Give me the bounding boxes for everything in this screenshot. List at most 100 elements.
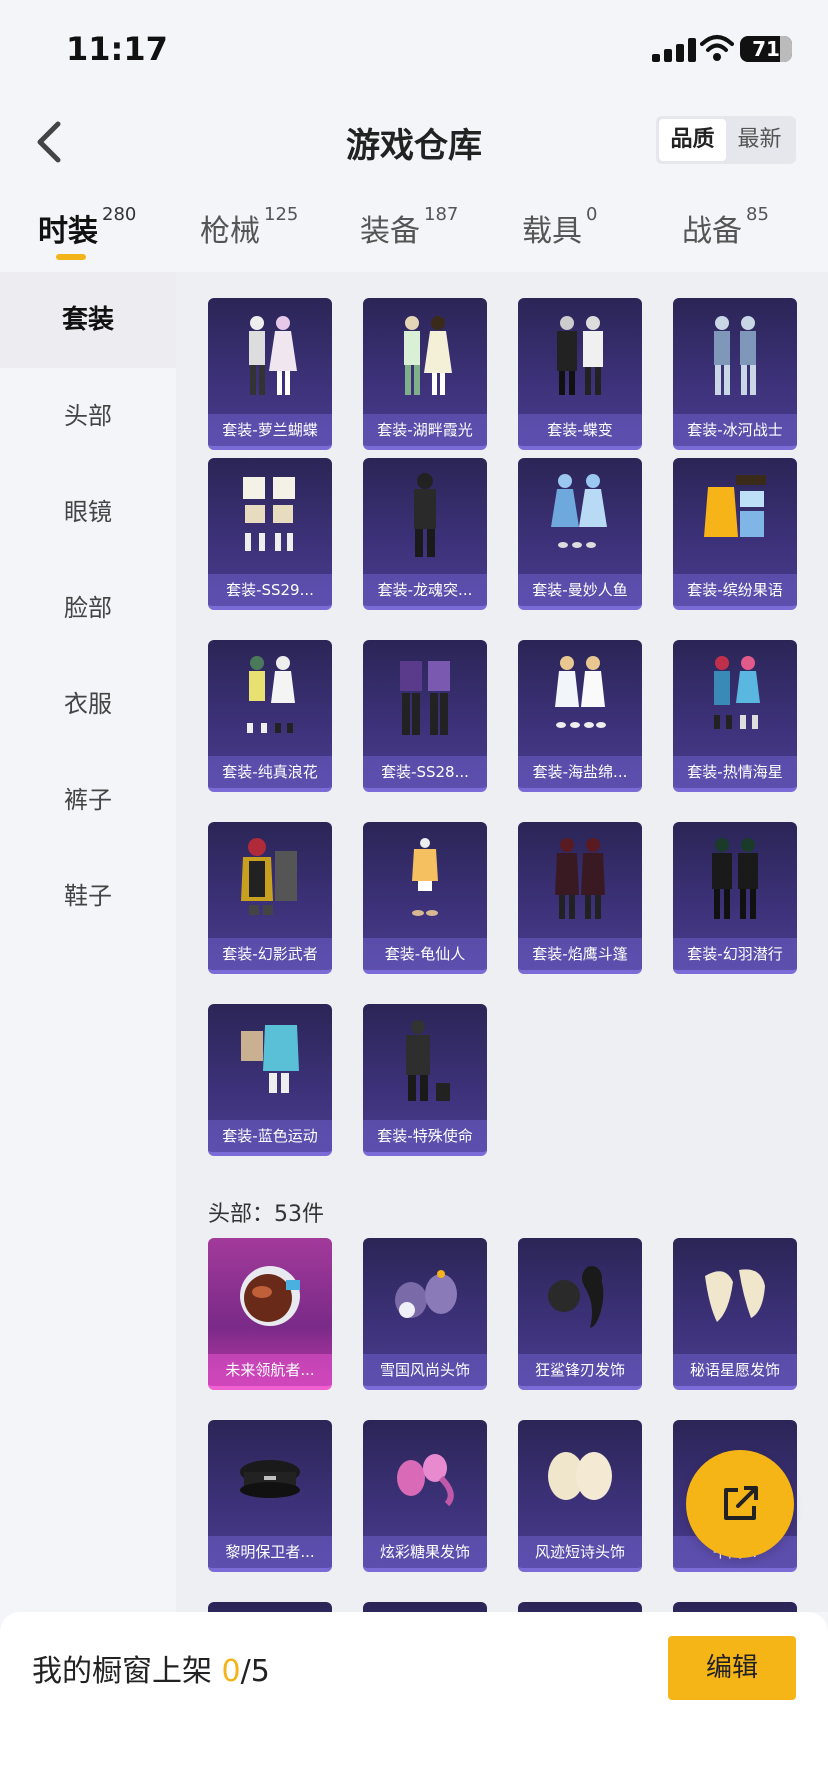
external-link-icon — [724, 1486, 758, 1520]
item-card[interactable] — [518, 1602, 642, 1612]
tab-count: 280 — [102, 204, 137, 225]
hair-thumbnail — [518, 1420, 642, 1536]
cap-thumbnail — [208, 1420, 332, 1536]
item-label: 秘语星愿发饰 — [673, 1354, 797, 1386]
item-card[interactable]: 套装-热情海星 — [673, 640, 797, 792]
item-label: 套装-幻影武者 — [208, 938, 332, 970]
sidebar-item-face[interactable]: 脸部 — [0, 560, 176, 656]
sort-toggle: 品质 最新 — [656, 116, 796, 164]
item-label: 套装-蓝色运动 — [208, 1120, 332, 1152]
item-card[interactable]: 未来领航者... — [208, 1238, 332, 1390]
tab-label: 装备 — [360, 214, 420, 249]
item-card[interactable]: 套装-焰鹰斗篷 — [518, 822, 642, 974]
item-card[interactable]: 风迹短诗头饰 — [518, 1420, 642, 1572]
item-label: 套装-蝶变 — [518, 414, 642, 446]
item-card[interactable]: 套装-蓝色运动 — [208, 1004, 332, 1156]
outfit-thumbnail — [363, 640, 487, 756]
sort-newest-button[interactable]: 最新 — [726, 119, 793, 161]
item-label: 套装-特殊使命 — [363, 1120, 487, 1152]
item-label: 炫彩糖果发饰 — [363, 1536, 487, 1568]
tab-count: 125 — [264, 204, 299, 225]
hat-thumbnail — [363, 1238, 487, 1354]
item-label: 黎明保卫者... — [208, 1536, 332, 1568]
outfit-thumbnail — [673, 640, 797, 756]
outfit-thumbnail — [518, 640, 642, 756]
item-card[interactable] — [208, 1602, 332, 1612]
outfit-thumbnail — [363, 298, 487, 414]
showcase-total: /5 — [240, 1654, 270, 1689]
sidebar-item-sets[interactable]: 套装 — [0, 272, 176, 368]
item-card[interactable]: 套装-冰河战士 — [673, 298, 797, 450]
item-card[interactable]: 炫彩糖果发饰 — [363, 1420, 487, 1572]
tab-vehicles[interactable]: 载具 0 — [522, 204, 598, 250]
share-button[interactable] — [686, 1450, 794, 1558]
tab-combat-gear[interactable]: 战备 85 — [682, 204, 769, 250]
item-label: 套装-热情海星 — [673, 756, 797, 788]
header: 游戏仓库 品质 最新 — [0, 96, 828, 186]
hair-thumbnail — [518, 1238, 642, 1354]
item-label: 套装-萝兰蝴蝶 — [208, 414, 332, 446]
item-card[interactable]: 雪国风尚头饰 — [363, 1238, 487, 1390]
item-card[interactable]: 套装-龟仙人 — [363, 822, 487, 974]
sidebar-item-glasses[interactable]: 眼镜 — [0, 464, 176, 560]
battery-icon: 71 — [740, 36, 792, 62]
item-label: 套装-纯真浪花 — [208, 756, 332, 788]
sidebar-item-pants[interactable]: 裤子 — [0, 752, 176, 848]
item-label: 套装-SS29... — [208, 574, 332, 606]
hair-thumbnail — [363, 1420, 487, 1536]
item-card[interactable]: 黎明保卫者... — [208, 1420, 332, 1572]
sidebar-item-shoes[interactable]: 鞋子 — [0, 848, 176, 944]
item-card[interactable]: 套装-特殊使命 — [363, 1004, 487, 1156]
hair-thumbnail — [673, 1238, 797, 1354]
item-card[interactable]: 套装-幻羽潜行 — [673, 822, 797, 974]
item-label: 套装-缤纷果语 — [673, 574, 797, 606]
item-label: 套装-龙魂突... — [363, 574, 487, 606]
item-card[interactable]: 套装-海盐绵... — [518, 640, 642, 792]
item-card[interactable] — [363, 1602, 487, 1612]
tab-equipment[interactable]: 装备 187 — [360, 204, 459, 250]
item-card[interactable]: 套装-萝兰蝴蝶 — [208, 298, 332, 450]
item-label: 未来领航者... — [208, 1354, 332, 1386]
tab-label: 枪械 — [200, 214, 260, 249]
edit-button[interactable]: 编辑 — [668, 1636, 796, 1700]
tab-label: 战备 — [682, 214, 742, 249]
item-label: 套装-焰鹰斗篷 — [518, 938, 642, 970]
outfit-thumbnail — [208, 640, 332, 756]
bottom-bar: 我的橱窗上架 0/5 编辑 — [0, 1612, 828, 1792]
item-label: 套装-幻羽潜行 — [673, 938, 797, 970]
item-card[interactable]: 套装-纯真浪花 — [208, 640, 332, 792]
outfit-thumbnail — [363, 458, 487, 574]
outfit-thumbnail — [673, 298, 797, 414]
item-card[interactable]: 套装-幻影武者 — [208, 822, 332, 974]
item-label: 套装-湖畔霞光 — [363, 414, 487, 446]
item-label: 雪国风尚头饰 — [363, 1354, 487, 1386]
status-time: 11:17 — [66, 30, 168, 68]
tab-fashion[interactable]: 时装 280 — [38, 204, 137, 250]
battery-level: 71 — [752, 37, 780, 61]
category-tabs: 时装 280 枪械 125 装备 187 载具 0 战备 85 — [0, 196, 828, 272]
item-card[interactable]: 套装-蝶变 — [518, 298, 642, 450]
item-card[interactable]: 套装-SS28... — [363, 640, 487, 792]
tab-count: 187 — [424, 204, 459, 225]
outfit-thumbnail — [673, 822, 797, 938]
helmet-thumbnail — [208, 1238, 332, 1354]
tab-label: 载具 — [522, 214, 582, 249]
item-card[interactable]: 套装-SS29... — [208, 458, 332, 610]
item-card[interactable] — [673, 1602, 797, 1612]
outfit-thumbnail — [208, 1004, 332, 1120]
status-bar: 11:17 71 — [0, 0, 828, 96]
item-card[interactable]: 套装-湖畔霞光 — [363, 298, 487, 450]
item-card[interactable]: 秘语星愿发饰 — [673, 1238, 797, 1390]
item-card[interactable]: 套装-曼妙人鱼 — [518, 458, 642, 610]
sort-quality-button[interactable]: 品质 — [659, 119, 726, 161]
item-card[interactable]: 狂鲨锋刃发饰 — [518, 1238, 642, 1390]
tab-firearms[interactable]: 枪械 125 — [200, 204, 299, 250]
showcase-label: 我的橱窗上架 — [32, 1654, 212, 1689]
tab-count: 0 — [586, 204, 598, 225]
sidebar-item-head[interactable]: 头部 — [0, 368, 176, 464]
item-card[interactable]: 套装-缤纷果语 — [673, 458, 797, 610]
item-card[interactable]: 套装-龙魂突... — [363, 458, 487, 610]
sidebar-item-clothes[interactable]: 衣服 — [0, 656, 176, 752]
item-grid: 套装-萝兰蝴蝶 套装-湖畔霞光 套装-蝶变 套装-冰河战士 套装-SS29...… — [176, 272, 828, 1612]
outfit-thumbnail — [208, 822, 332, 938]
